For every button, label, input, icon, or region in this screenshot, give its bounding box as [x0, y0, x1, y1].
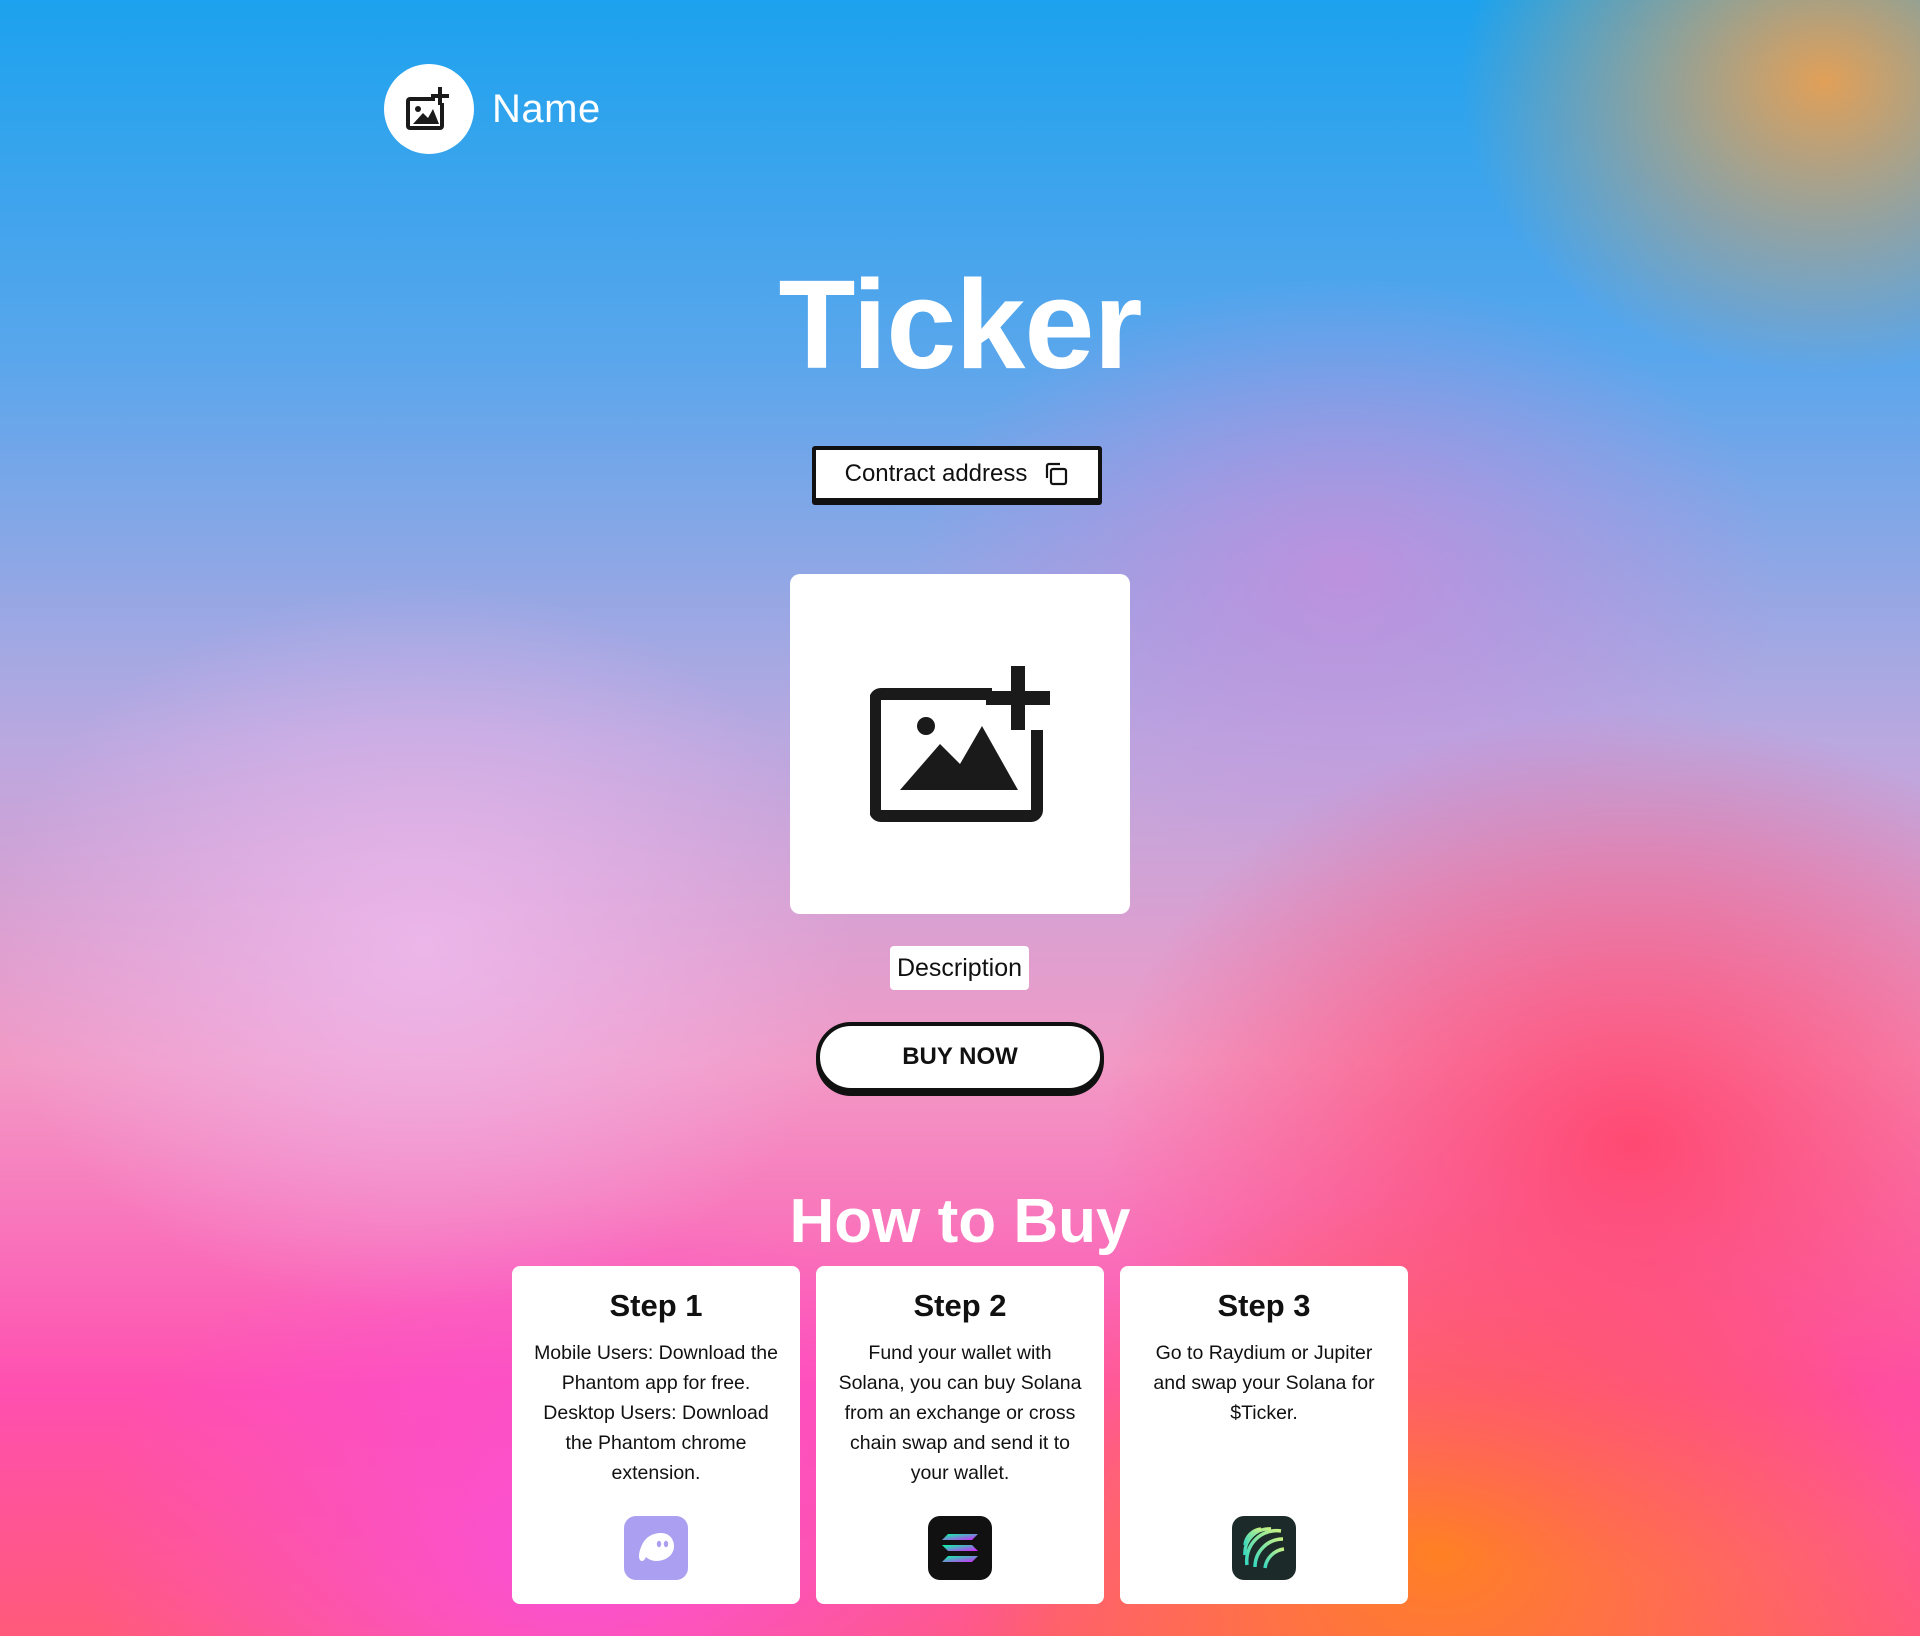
- add-image-icon: [870, 666, 1050, 822]
- step-card-3: Step 3 Go to Raydium or Jupiter and swap…: [1120, 1266, 1408, 1604]
- buy-now-button[interactable]: BUY NOW: [816, 1022, 1104, 1092]
- page-title: Ticker: [778, 254, 1143, 395]
- description-text: Description: [890, 946, 1029, 990]
- step-card-2: Step 2 Fund your wallet with Solana, you…: [816, 1266, 1104, 1604]
- token-image-placeholder: [790, 574, 1130, 914]
- site-name[interactable]: Name: [492, 87, 601, 132]
- contract-address-label: Contract address: [844, 460, 1028, 487]
- contract-address-button[interactable]: Contract address: [812, 446, 1102, 502]
- add-image-icon: [406, 87, 449, 130]
- jupiter-icon[interactable]: [1232, 1516, 1296, 1580]
- step-card-1: Step 1 Mobile Users: Download the Phanto…: [512, 1266, 800, 1604]
- phantom-icon[interactable]: [624, 1516, 688, 1580]
- step-title: Step 3: [1217, 1288, 1311, 1323]
- step-text: Mobile Users: Download the Phantom app f…: [534, 1342, 778, 1484]
- steps-list: Step 1 Mobile Users: Download the Phanto…: [512, 1266, 1408, 1604]
- site-header: Name: [384, 64, 601, 154]
- how-to-buy-heading: How to Buy: [789, 1187, 1131, 1256]
- step-title: Step 2: [913, 1288, 1007, 1323]
- solana-icon[interactable]: [928, 1516, 992, 1580]
- step-title: Step 1: [609, 1288, 703, 1323]
- logo[interactable]: [384, 64, 474, 154]
- step-text: Go to Raydium or Jupiter and swap your S…: [1153, 1342, 1375, 1424]
- step-text: Fund your wallet with Solana, you can bu…: [838, 1342, 1082, 1484]
- copy-icon: [1046, 462, 1068, 486]
